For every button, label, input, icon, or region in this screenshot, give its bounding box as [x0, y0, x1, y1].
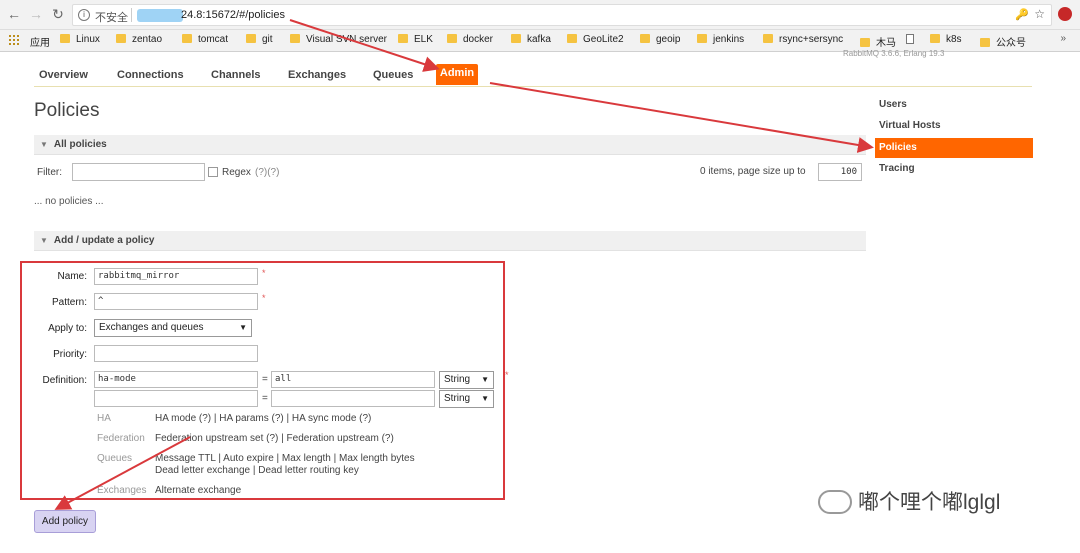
arrow-to-admin-tab — [289, 19, 440, 72]
arrow-to-policies — [489, 82, 874, 153]
annotation-arrows — [54, 19, 874, 510]
arrow-to-add-policy — [54, 436, 191, 510]
